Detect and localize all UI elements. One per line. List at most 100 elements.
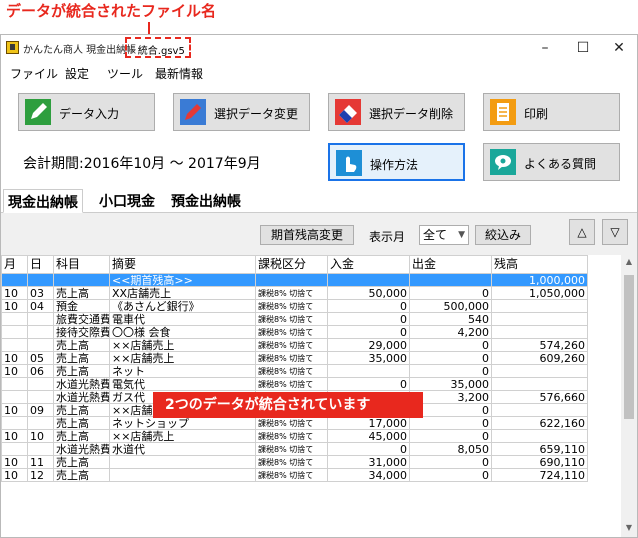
table-row[interactable]: 10 10 売上高 ××店舗売上 課税8% 切捨て 45,000 0 <box>1 429 588 443</box>
menu-tools[interactable]: ツール <box>107 65 143 82</box>
how-to-use-button[interactable]: 操作方法 <box>328 143 465 181</box>
window-title: かんたん商人 現金出納帳 <box>23 45 137 56</box>
cell-day <box>27 338 54 352</box>
cell-day <box>27 390 54 404</box>
cell-account: 売上高 <box>53 416 110 430</box>
table-row[interactable]: 10 05 売上高 ××店舗売上 課税8% 切捨て 35,000 0 609,260 <box>1 351 588 365</box>
cell-account: 水道光熱費 <box>53 377 110 391</box>
cell-balance <box>491 403 588 417</box>
cell-balance <box>491 377 588 391</box>
table-row[interactable]: 10 03 売上高 XX店舗売上 課税8% 切捨て 50,000 0 1,050,000 <box>1 286 588 300</box>
column-header-tax-class[interactable]: 課税区分 <box>255 255 328 274</box>
menu-settings[interactable]: 設定 <box>65 65 89 82</box>
cell-account: 水道光熱費 <box>53 442 110 456</box>
table-row[interactable]: 売上高 ××店舗売上 課税8% 切捨て 29,000 0 574,260 <box>1 338 588 352</box>
cell-month: 10 <box>1 429 28 443</box>
data-input-label: データ入力 <box>59 107 120 121</box>
hand-pointer-icon <box>336 150 362 176</box>
window-file-name: - 統合.gsv5 <box>125 37 191 58</box>
cell-withdrawal: 4,200 <box>409 325 492 339</box>
opening-balance-row[interactable]: <<期首残高>> 1,000,000 <box>1 273 588 287</box>
cell-deposit: 0 <box>327 299 410 313</box>
table-row[interactable]: 売上高 ネットショップ 課税8% 切捨て 17,000 0 622,160 <box>1 416 588 430</box>
cell-withdrawal: 540 <box>409 312 492 326</box>
faq-button[interactable]: よくある質問 <box>483 143 620 181</box>
tab-cash-ledger[interactable]: 現金出納帳 <box>3 189 83 213</box>
display-month-select[interactable]: 全て ▼ <box>419 225 469 245</box>
cell-tax-class: 課税8% 切捨て <box>255 351 328 365</box>
cell-deposit: 35,000 <box>327 351 410 365</box>
table-row[interactable]: 接待交際費 〇〇様 会食 課税8% 切捨て 0 4,200 <box>1 325 588 339</box>
cell-balance <box>491 364 588 378</box>
eraser-icon <box>335 99 361 125</box>
cell-tax-class: 課税8% 切捨て <box>255 364 328 378</box>
cell-day <box>27 312 54 326</box>
table-row[interactable]: 10 11 売上高 課税8% 切捨て 31,000 0 690,110 <box>1 455 588 469</box>
table-row[interactable]: 10 06 売上高 ネット 課税8% 切捨て 0 <box>1 364 588 378</box>
cell-deposit: 29,000 <box>327 338 410 352</box>
print-label: 印刷 <box>524 107 549 121</box>
cell-day: 04 <box>27 299 54 313</box>
cell-tax-class: 課税8% 切捨て <box>255 299 328 313</box>
column-header-deposit[interactable]: 入金 <box>327 255 410 274</box>
column-header-account[interactable]: 科目 <box>53 255 110 274</box>
accounting-period: 会計期間:2016年10月 〜 2017年9月 <box>23 156 261 172</box>
minimize-button[interactable]: – <box>525 35 565 61</box>
menu-latest-info[interactable]: 最新情報 <box>155 65 203 82</box>
cell-account: 売上高 <box>53 364 110 378</box>
cell-withdrawal: 0 <box>409 416 492 430</box>
cell-month <box>1 273 28 287</box>
cell-month: 10 <box>1 299 28 313</box>
cell-day: 05 <box>27 351 54 365</box>
cell-withdrawal: 0 <box>409 468 492 482</box>
table-row[interactable]: 水道光熱費 電気代 課税8% 切捨て 0 35,000 <box>1 377 588 391</box>
narrow-down-button[interactable]: 絞込み <box>475 225 531 245</box>
cell-account: 売上高 <box>53 468 110 482</box>
cell-month <box>1 390 28 404</box>
pencil-icon <box>25 99 51 125</box>
tab-deposit-ledger[interactable]: 預金出納帳 <box>167 189 245 213</box>
annotation-dashed-connector <box>148 22 150 34</box>
cell-day: 11 <box>27 455 54 469</box>
table-row[interactable]: 旅費交通費 電車代 課税8% 切捨て 0 540 <box>1 312 588 326</box>
scroll-up-arrow-icon[interactable]: ▲ <box>621 257 637 271</box>
edit-selected-label: 選択データ変更 <box>214 107 299 121</box>
tab-petty-cash[interactable]: 小口現金 <box>95 189 159 213</box>
menu-file[interactable]: ファイル <box>10 65 58 82</box>
cell-deposit: 31,000 <box>327 455 410 469</box>
cell-withdrawal <box>409 273 492 287</box>
cell-description: 《あさんど銀行》 <box>109 299 256 313</box>
opening-balance-change-button[interactable]: 期首残高変更 <box>260 225 354 245</box>
cell-account: 売上高 <box>53 429 110 443</box>
maximize-button[interactable]: ☐ <box>563 35 603 61</box>
cell-account <box>53 273 110 287</box>
cell-tax-class <box>255 273 328 287</box>
edit-selected-button[interactable]: 選択データ変更 <box>173 93 310 131</box>
column-header-withdrawal[interactable]: 出金 <box>409 255 492 274</box>
cell-balance: 622,160 <box>491 416 588 430</box>
column-header-month[interactable]: 月 <box>1 255 28 274</box>
table-row[interactable]: 水道光熱費 水道代 課税8% 切捨て 0 8,050 659,110 <box>1 442 588 456</box>
table-row[interactable]: 10 12 売上高 課税8% 切捨て 34,000 0 724,110 <box>1 468 588 482</box>
move-up-button[interactable]: △ <box>569 219 595 245</box>
cell-month <box>1 416 28 430</box>
table-header-row: 月 日 科目 摘要 課税区分 入金 出金 残高 <box>1 255 588 274</box>
data-input-button[interactable]: データ入力 <box>18 93 155 131</box>
ledger-table: 月 日 科目 摘要 課税区分 入金 出金 残高 <<期首残高>> 1,000,00… <box>1 255 588 482</box>
cell-withdrawal: 35,000 <box>409 377 492 391</box>
cell-deposit: 0 <box>327 377 410 391</box>
print-button[interactable]: 印刷 <box>483 93 620 131</box>
delete-selected-button[interactable]: 選択データ削除 <box>328 93 465 131</box>
cell-balance: 574,260 <box>491 338 588 352</box>
scrollbar-thumb[interactable] <box>624 275 634 419</box>
move-down-button[interactable]: ▽ <box>602 219 628 245</box>
column-header-day[interactable]: 日 <box>27 255 54 274</box>
cell-tax-class: 課税8% 切捨て <box>255 377 328 391</box>
close-button[interactable]: ✕ <box>599 35 637 61</box>
column-header-description[interactable]: 摘要 <box>109 255 256 274</box>
cell-day: 10 <box>27 429 54 443</box>
column-header-balance[interactable]: 残高 <box>491 255 588 274</box>
scroll-down-arrow-icon[interactable]: ▼ <box>621 523 637 537</box>
table-row[interactable]: 10 04 預金 《あさんど銀行》 課税8% 切捨て 0 500,000 <box>1 299 588 313</box>
vertical-scrollbar[interactable]: ▲ ▼ <box>621 255 637 537</box>
